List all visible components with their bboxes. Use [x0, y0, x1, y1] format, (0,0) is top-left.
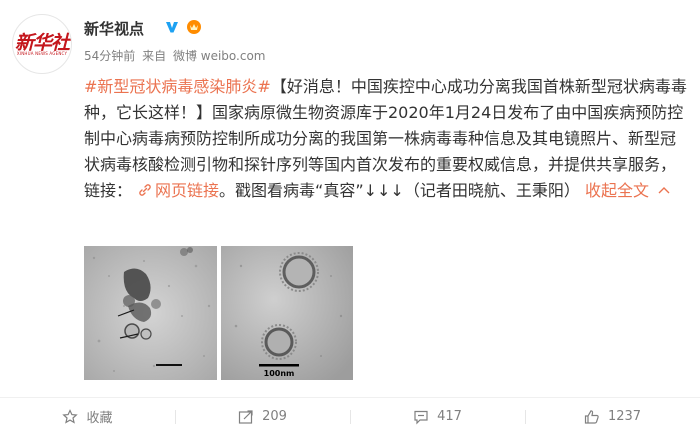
from-label: 来自 — [142, 49, 167, 63]
micrograph-image-2[interactable]: 100nm — [221, 246, 353, 380]
verified-icon — [166, 22, 178, 33]
link-icon[interactable] — [138, 183, 152, 197]
collapse-button[interactable]: 收起全文 — [585, 181, 649, 200]
web-link[interactable]: 网页链接 — [155, 181, 219, 200]
comment-icon — [414, 410, 428, 424]
comment-button[interactable]: 417 — [350, 398, 525, 435]
thumbs-up-icon — [584, 409, 599, 424]
scale-bar-label: 100nm — [264, 369, 295, 378]
micrograph-image-1[interactable] — [84, 246, 217, 380]
post-content: #新型冠状病毒感染肺炎#【好消息！中国疾控中心成功分离我国首株新型冠状病毒毒种，… — [84, 74, 690, 204]
post-body-part2: 。戳图看病毒“真容”↓↓↓（记者田晓航、王秉阳） — [219, 181, 580, 200]
chevron-up-icon[interactable] — [658, 185, 670, 195]
hashtag-link[interactable]: #新型冠状病毒感染肺炎# — [84, 77, 271, 96]
post-time[interactable]: 54分钟前 — [84, 49, 135, 63]
avatar-logo-subtext: XINHUA NEWS AGENCY — [16, 51, 68, 56]
comment-count: 417 — [437, 409, 462, 424]
repost-icon — [238, 409, 253, 424]
like-button[interactable]: 1237 — [525, 398, 700, 435]
post-meta: 54分钟前 来自 微博 weibo.com — [84, 47, 269, 64]
like-count: 1237 — [607, 409, 642, 424]
micrograph-2-drawing: 100nm — [221, 246, 353, 380]
micrograph-1-drawing — [84, 246, 217, 380]
star-icon — [62, 408, 79, 424]
repost-button[interactable]: 209 — [175, 398, 350, 435]
favorite-label: 收藏 — [86, 411, 113, 426]
favorite-button[interactable]: 收藏 — [0, 398, 175, 435]
action-bar: 收藏 209 417 1237 — [0, 397, 700, 435]
author-name[interactable]: 新华视点 — [84, 18, 144, 39]
vip-badge-icon[interactable] — [186, 19, 202, 35]
post-source[interactable]: 微博 weibo.com — [173, 49, 266, 63]
repost-count: 209 — [262, 409, 287, 424]
avatar[interactable]: 新华社 XINHUA NEWS AGENCY — [12, 14, 72, 74]
